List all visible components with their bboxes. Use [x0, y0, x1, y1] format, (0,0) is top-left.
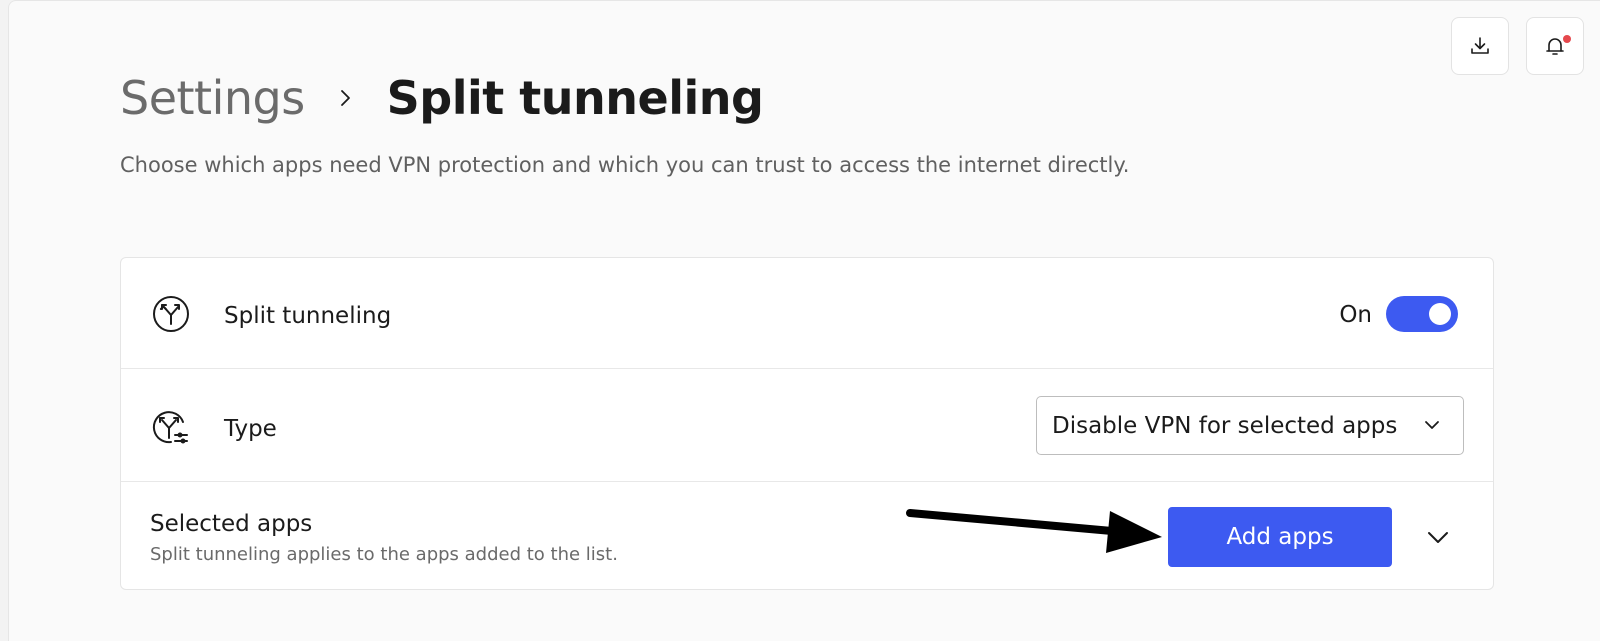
download-icon: [1471, 37, 1489, 54]
type-label: Type: [224, 416, 277, 442]
selected-apps-title: Selected apps: [150, 511, 313, 537]
type-row: Type Disable VPN for selected apps: [121, 368, 1493, 481]
split-tunneling-card: Split tunneling On Type Disable VPN for …: [120, 257, 1494, 590]
notification-badge: [1563, 35, 1571, 43]
download-button[interactable]: [1451, 17, 1509, 75]
selected-apps-row: Selected apps Split tunneling applies to…: [121, 481, 1493, 590]
chevron-right-icon: [339, 87, 353, 109]
split-filter-icon: [152, 411, 188, 444]
page-title: Split tunneling: [386, 71, 764, 125]
page-description: Choose which apps need VPN protection an…: [120, 153, 1130, 177]
settings-window: Settings Split tunneling Choose which ap…: [8, 0, 1600, 641]
expand-chevron-icon[interactable]: [1425, 524, 1451, 550]
notifications-button[interactable]: [1526, 17, 1584, 75]
breadcrumb: Settings Split tunneling: [120, 67, 764, 129]
add-apps-button[interactable]: Add apps: [1168, 507, 1392, 567]
split-tunneling-label: Split tunneling: [224, 303, 392, 329]
breadcrumb-settings[interactable]: Settings: [120, 67, 305, 129]
split-tunneling-row: Split tunneling On: [121, 258, 1493, 368]
selected-apps-description: Split tunneling applies to the apps adde…: [150, 544, 618, 565]
chevron-down-icon: [1425, 421, 1439, 429]
type-select-value: Disable VPN for selected apps: [1052, 412, 1398, 439]
toggle-knob: [1429, 303, 1451, 325]
annotation-arrow-icon: [906, 509, 1162, 553]
split-arrow-icon: [153, 296, 189, 332]
toggle-state-text: On: [1339, 302, 1372, 328]
split-tunneling-toggle[interactable]: [1386, 296, 1458, 332]
type-select[interactable]: Disable VPN for selected apps: [1036, 396, 1464, 455]
